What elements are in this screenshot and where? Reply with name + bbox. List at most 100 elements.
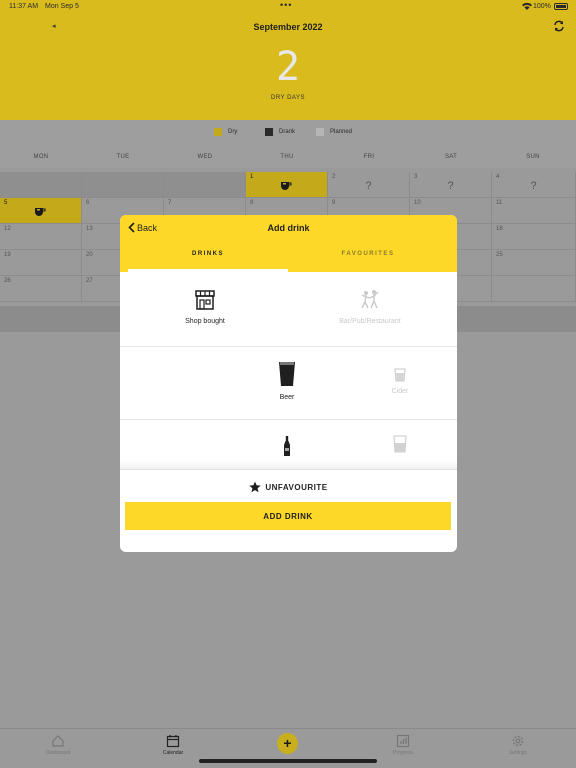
dry-teapot-icon: [281, 182, 292, 190]
day-number: 27: [86, 278, 93, 284]
unfavourite-label: UNFAVOURITE: [265, 482, 328, 492]
weekday-fri: FRI: [363, 154, 375, 160]
weekday-thu: THU: [280, 154, 294, 160]
calendar-day[interactable]: 5: [0, 198, 82, 224]
legend-drank-label: Drank: [279, 129, 296, 135]
day-number: 13: [86, 226, 93, 232]
calendar-day[interactable]: 11: [492, 198, 576, 224]
legend-planned-label: Planned: [330, 129, 353, 135]
weekday-sun: SUN: [526, 154, 540, 160]
home-icon: [52, 735, 64, 747]
unfavourite-button[interactable]: UNFAVOURITE: [120, 481, 457, 493]
planned-question-mark: ?: [447, 180, 454, 192]
pint-glass-icon: [279, 362, 295, 386]
calendar-day[interactable]: 19: [0, 250, 82, 276]
calendar-day[interactable]: [492, 276, 576, 302]
sync-icon[interactable]: [553, 20, 565, 32]
month-title: September 2022: [253, 22, 323, 32]
tab-dashboard-label: Dashboard: [45, 750, 71, 756]
cider-glass-icon: [394, 368, 406, 382]
dancing-people-icon: [361, 290, 379, 309]
add-drink-fab[interactable]: +: [277, 733, 298, 754]
drink-option-beer[interactable]: Beer: [247, 360, 327, 401]
dry-days-count: 2: [275, 44, 301, 90]
day-number: 25: [496, 252, 503, 258]
modal-title: Add drink: [267, 223, 310, 233]
venue-option-shop[interactable]: Shop bought: [155, 288, 255, 325]
day-number: 11: [496, 200, 503, 206]
tab-favourites[interactable]: FAVOURITES: [288, 251, 448, 257]
calendar-day[interactable]: 26: [0, 276, 82, 302]
weekday-wed: WED: [197, 154, 213, 160]
add-drink-modal: Back Add drink DRINKS FAVOURITES Shop bo…: [120, 215, 457, 552]
day-number: 26: [4, 278, 11, 284]
tab-settings[interactable]: Settings: [478, 734, 558, 756]
battery-icon: [554, 3, 568, 10]
beer-bottle-icon[interactable]: [283, 436, 291, 456]
calendar-day[interactable]: 3 ?: [410, 172, 492, 198]
calendar-day[interactable]: 12: [0, 224, 82, 250]
legend: Dry Drank Planned: [0, 120, 576, 148]
day-number: 9: [332, 200, 336, 206]
chart-icon: [396, 734, 410, 748]
weekday-sat: SAT: [444, 154, 458, 160]
gear-icon: [512, 735, 524, 747]
divider: [120, 346, 457, 347]
day-number: 10: [414, 200, 421, 206]
planned-question-mark: ?: [365, 180, 372, 192]
status-bar: 11:37 AM Mon Sep 5 ••• 100%: [0, 0, 576, 14]
weekday-mon: MON: [33, 154, 49, 160]
divider: [120, 419, 457, 420]
status-time: 11:37 AM: [9, 3, 39, 10]
status-date: Mon Sep 5: [45, 3, 79, 10]
calendar-day-empty: [164, 172, 246, 198]
weekday-tue: TUE: [116, 154, 130, 160]
day-number: 19: [4, 252, 11, 258]
dry-teapot-icon: [35, 208, 46, 216]
tab-drinks[interactable]: DRINKS: [128, 251, 288, 257]
list-fade: [120, 460, 457, 470]
tab-progress-label: Progress: [392, 750, 413, 756]
venue-option-bar-label: Bar/Pub/Restaurant: [339, 318, 401, 325]
half-glass-icon[interactable]: [393, 435, 407, 453]
active-tab-indicator: [128, 269, 288, 272]
calendar-day-empty: [0, 172, 82, 198]
star-icon: [249, 481, 262, 493]
day-number: 18: [496, 226, 503, 232]
modal-header: Back Add drink DRINKS FAVOURITES: [120, 215, 457, 272]
day-number: 20: [86, 252, 93, 258]
venue-option-bar[interactable]: Bar/Pub/Restaurant: [320, 288, 420, 325]
day-number: 5: [4, 200, 8, 206]
multitask-dots: •••: [280, 0, 293, 10]
tab-dashboard[interactable]: Dashboard: [18, 734, 98, 756]
drink-option-beer-label: Beer: [279, 394, 295, 401]
tab-progress[interactable]: Progress: [363, 734, 443, 756]
tab-calendar-label: Calendar: [162, 750, 184, 756]
calendar-day[interactable]: 1: [246, 172, 328, 198]
home-indicator: [199, 759, 377, 763]
tab-calendar[interactable]: Calendar: [133, 734, 213, 756]
battery-percent: 100%: [533, 3, 551, 10]
drink-option-cider[interactable]: Cider: [360, 368, 440, 395]
dry-days-label: DRY DAYS: [270, 95, 305, 101]
tab-settings-label: Settings: [508, 750, 528, 756]
legend-drank-swatch: [265, 128, 273, 136]
calendar-day[interactable]: 18: [492, 224, 576, 250]
venue-option-shop-label: Shop bought: [185, 318, 225, 325]
legend-dry: Dry: [214, 128, 237, 136]
planned-question-mark: ?: [530, 180, 537, 192]
day-number: 12: [4, 226, 11, 232]
day-number: 1: [250, 174, 254, 180]
calendar-day[interactable]: 2 ?: [328, 172, 410, 198]
legend-planned-swatch: [316, 128, 324, 136]
day-number: 7: [168, 200, 172, 206]
day-number: 8: [250, 200, 254, 206]
calendar-header: ◂ September 2022 2 DRY DAYS: [0, 14, 576, 120]
calendar-icon: [166, 735, 180, 748]
calendar-day[interactable]: 25: [492, 250, 576, 276]
calendar-day[interactable]: 4 ?: [492, 172, 576, 198]
legend-dry-swatch: [214, 128, 222, 136]
add-drink-button[interactable]: ADD DRINK: [125, 502, 451, 530]
day-number: 6: [86, 200, 90, 206]
legend-drank: Drank: [265, 128, 295, 136]
